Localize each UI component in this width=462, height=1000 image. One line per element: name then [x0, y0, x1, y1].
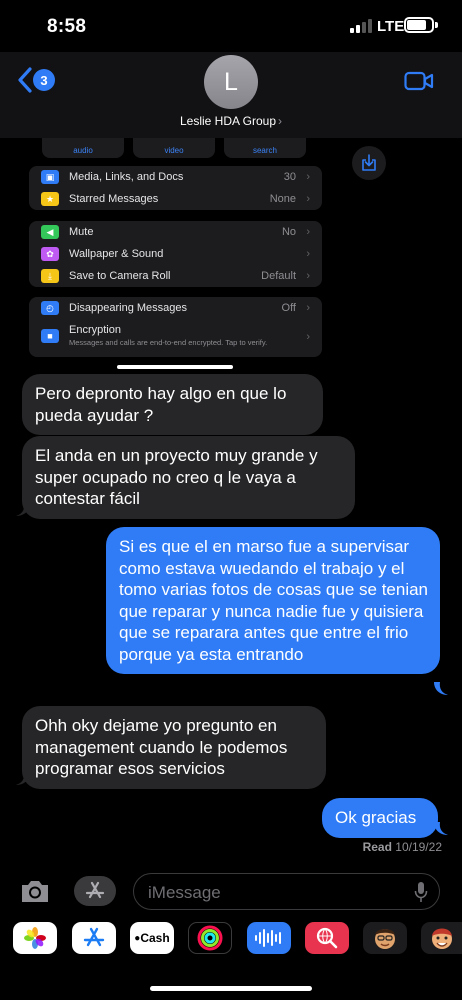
lock-icon: ■	[41, 329, 59, 343]
embed-row-value: None	[269, 193, 296, 205]
camera-icon[interactable]	[19, 877, 51, 905]
save-image-button[interactable]	[352, 146, 386, 180]
embed-row: ✿ Wallpaper & Sound ›	[29, 243, 322, 265]
embed-row-value: Off	[281, 302, 296, 314]
embed-action-tabs: audio video search	[42, 138, 306, 158]
chevron-right-icon: ›	[306, 302, 310, 314]
embed-row-label: Starred Messages	[69, 193, 159, 205]
chevron-right-icon: ›	[306, 226, 310, 238]
memoji-app[interactable]	[363, 922, 407, 954]
embed-row: ★ Starred Messages None ›	[29, 188, 322, 210]
timer-icon: ◴	[41, 301, 59, 315]
chevron-right-icon: ›	[306, 331, 310, 343]
embed-row-label: Disappearing Messages	[69, 302, 188, 314]
app-store-drawer-button[interactable]	[74, 876, 116, 906]
embed-tab-audio: audio	[42, 138, 124, 158]
embed-row-label: Encryption	[69, 324, 121, 336]
embed-row: ◀ Mute No ›	[29, 221, 322, 243]
message-bubble-incoming[interactable]: El anda en un proyecto muy grande y supe…	[22, 436, 355, 519]
home-indicator	[150, 986, 312, 991]
save-icon: ⤓	[41, 269, 59, 283]
chevron-right-icon: ›	[306, 248, 310, 260]
message-input[interactable]: iMessage	[133, 873, 440, 910]
voice-memo-icon	[255, 929, 281, 947]
embed-row-value: Default	[261, 270, 296, 282]
embed-row-label: Wallpaper & Sound	[69, 248, 164, 260]
embed-encryption-text: Encryption Messages and calls are end-to…	[69, 324, 269, 347]
embed-row-value: No	[281, 226, 296, 238]
star-icon: ★	[41, 192, 59, 206]
embed-row-label: Mute	[69, 226, 94, 238]
bubble-tail	[434, 682, 448, 695]
imessage-app-drawer: ● Cash	[0, 917, 462, 965]
contact-name-button[interactable]: Leslie HDA Group ›	[0, 114, 462, 128]
photos-icon	[24, 927, 46, 949]
embed-row-label: Save to Camera Roll	[69, 270, 171, 282]
microphone-icon[interactable]	[414, 881, 428, 903]
back-button[interactable]: 3	[16, 66, 55, 94]
embed-tab-video: video	[133, 138, 215, 158]
apple-cash-label: Cash	[140, 931, 170, 945]
status-time: 8:58	[47, 16, 87, 37]
conversation-header: 3 L Leslie HDA Group ›	[0, 52, 462, 138]
flower-icon: ✿	[41, 247, 59, 261]
embed-row: ▣ Media, Links, and Docs 30 ›	[29, 166, 322, 188]
chevron-right-icon: ›	[306, 193, 310, 205]
photos-app[interactable]	[13, 922, 57, 954]
video-call-icon[interactable]	[404, 70, 434, 92]
read-label: Read	[362, 840, 392, 854]
embed-row-value: 30	[283, 171, 296, 183]
apple-cash-app[interactable]: ● Cash	[130, 922, 174, 954]
unread-count-badge: 3	[33, 69, 55, 91]
embed-row: ◴ Disappearing Messages Off ›	[29, 297, 322, 319]
status-bar: 8:58 LTE	[0, 0, 462, 52]
shared-screenshot[interactable]: audio video search ▣ Media, Links, and D…	[0, 138, 462, 370]
app-store-app[interactable]	[72, 922, 116, 954]
chevron-right-icon: ›	[306, 270, 310, 282]
embed-row: ⤓ Save to Camera Roll Default ›	[29, 265, 322, 287]
download-icon	[362, 154, 376, 171]
memoji-icon	[375, 929, 395, 949]
embed-group-settings: ◀ Mute No › ✿ Wallpaper & Sound › ⤓ Save…	[29, 221, 322, 287]
embed-home-indicator	[117, 365, 233, 369]
voice-memo-app[interactable]	[247, 922, 291, 954]
embed-row-subtitle: Messages and calls are end-to-end encryp…	[69, 338, 268, 347]
message-bubble-incoming[interactable]: Ohh oky dejame yo pregunto en management…	[22, 706, 326, 789]
photo-icon: ▣	[41, 170, 59, 184]
read-date: 10/19/22	[395, 840, 442, 854]
app-store-icon	[85, 881, 105, 899]
chevron-right-icon: ›	[306, 171, 310, 183]
activity-app[interactable]	[188, 922, 232, 954]
avatar-initial: L	[224, 67, 238, 96]
chevron-left-icon	[18, 67, 32, 93]
message-bubble-incoming[interactable]: Pero depronto hay algo en que lo pueda a…	[22, 374, 323, 435]
read-receipt: Read 10/19/22	[363, 840, 442, 854]
message-bubble-outgoing[interactable]: Ok gracias	[322, 798, 438, 838]
web-search-app[interactable]	[305, 922, 349, 954]
bubble-tail	[434, 822, 448, 835]
speaker-icon: ◀	[41, 225, 59, 239]
network-label: LTE	[377, 18, 405, 35]
embed-group-privacy: ◴ Disappearing Messages Off › ■ Encrypti…	[29, 297, 322, 357]
chevron-right-icon: ›	[278, 114, 283, 128]
contact-name: Leslie HDA Group	[179, 114, 277, 128]
embed-tab-search: search	[224, 138, 306, 158]
message-input-placeholder: iMessage	[148, 883, 221, 902]
embed-row-label: Media, Links, and Docs	[69, 171, 184, 183]
embed-row: ■ Encryption Messages and calls are end-…	[29, 319, 322, 357]
app-store-icon	[83, 927, 105, 947]
web-search-icon	[316, 927, 338, 949]
memoji-icon-2	[431, 928, 452, 949]
battery-icon	[404, 17, 438, 33]
bubble-tail	[16, 503, 30, 516]
activity-rings-icon	[197, 925, 223, 951]
message-bubble-outgoing[interactable]: Si es que el en marso fue a supervisar c…	[106, 527, 440, 674]
signal-icon	[350, 19, 372, 33]
memoji-app-2[interactable]	[421, 922, 462, 954]
avatar[interactable]: L	[204, 55, 258, 109]
embed-group-media: ▣ Media, Links, and Docs 30 › ★ Starred …	[29, 166, 322, 210]
bubble-tail	[16, 772, 30, 785]
